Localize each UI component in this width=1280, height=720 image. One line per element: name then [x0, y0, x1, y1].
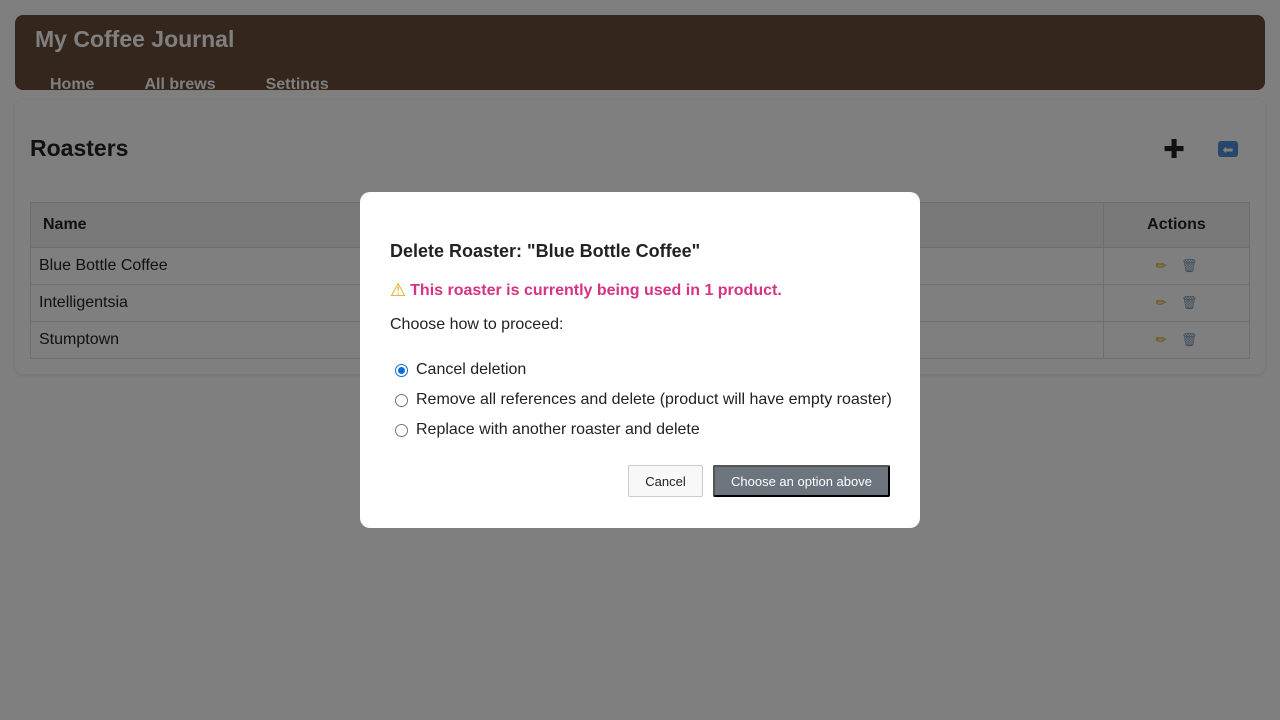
proceed-prompt: Choose how to proceed:	[390, 316, 564, 333]
radio-button-selected[interactable]	[395, 363, 408, 377]
warning-icon: ⚠	[390, 280, 407, 300]
confirm-delete-button[interactable]: Choose an option above	[713, 465, 890, 497]
option-label: Replace with another roaster and delete	[416, 421, 700, 438]
option-label: Cancel deletion	[416, 361, 527, 378]
warning-text: This roaster is currently being used in …	[410, 281, 782, 299]
app-root: My Coffee Journal Home All brews Setting…	[0, 0, 1280, 720]
usage-warning: ⚠ This roaster is currently being used i…	[390, 280, 782, 301]
option-replace-roaster[interactable]: Replace with another roaster and delete	[390, 415, 892, 445]
dialog-title: Delete Roaster: "Blue Bottle Coffee"	[390, 241, 701, 261]
cancel-button[interactable]: Cancel	[628, 465, 703, 497]
radio-button[interactable]	[395, 393, 408, 407]
option-remove-references[interactable]: Remove all references and delete (produc…	[390, 385, 892, 415]
delete-options: Cancel deletion Remove all references an…	[390, 355, 892, 445]
radio-button[interactable]	[395, 423, 408, 437]
option-label: Remove all references and delete (produc…	[416, 391, 892, 408]
delete-roaster-dialog: Delete Roaster: "Blue Bottle Coffee" ⚠ T…	[360, 192, 920, 528]
option-cancel-deletion[interactable]: Cancel deletion	[390, 355, 892, 385]
